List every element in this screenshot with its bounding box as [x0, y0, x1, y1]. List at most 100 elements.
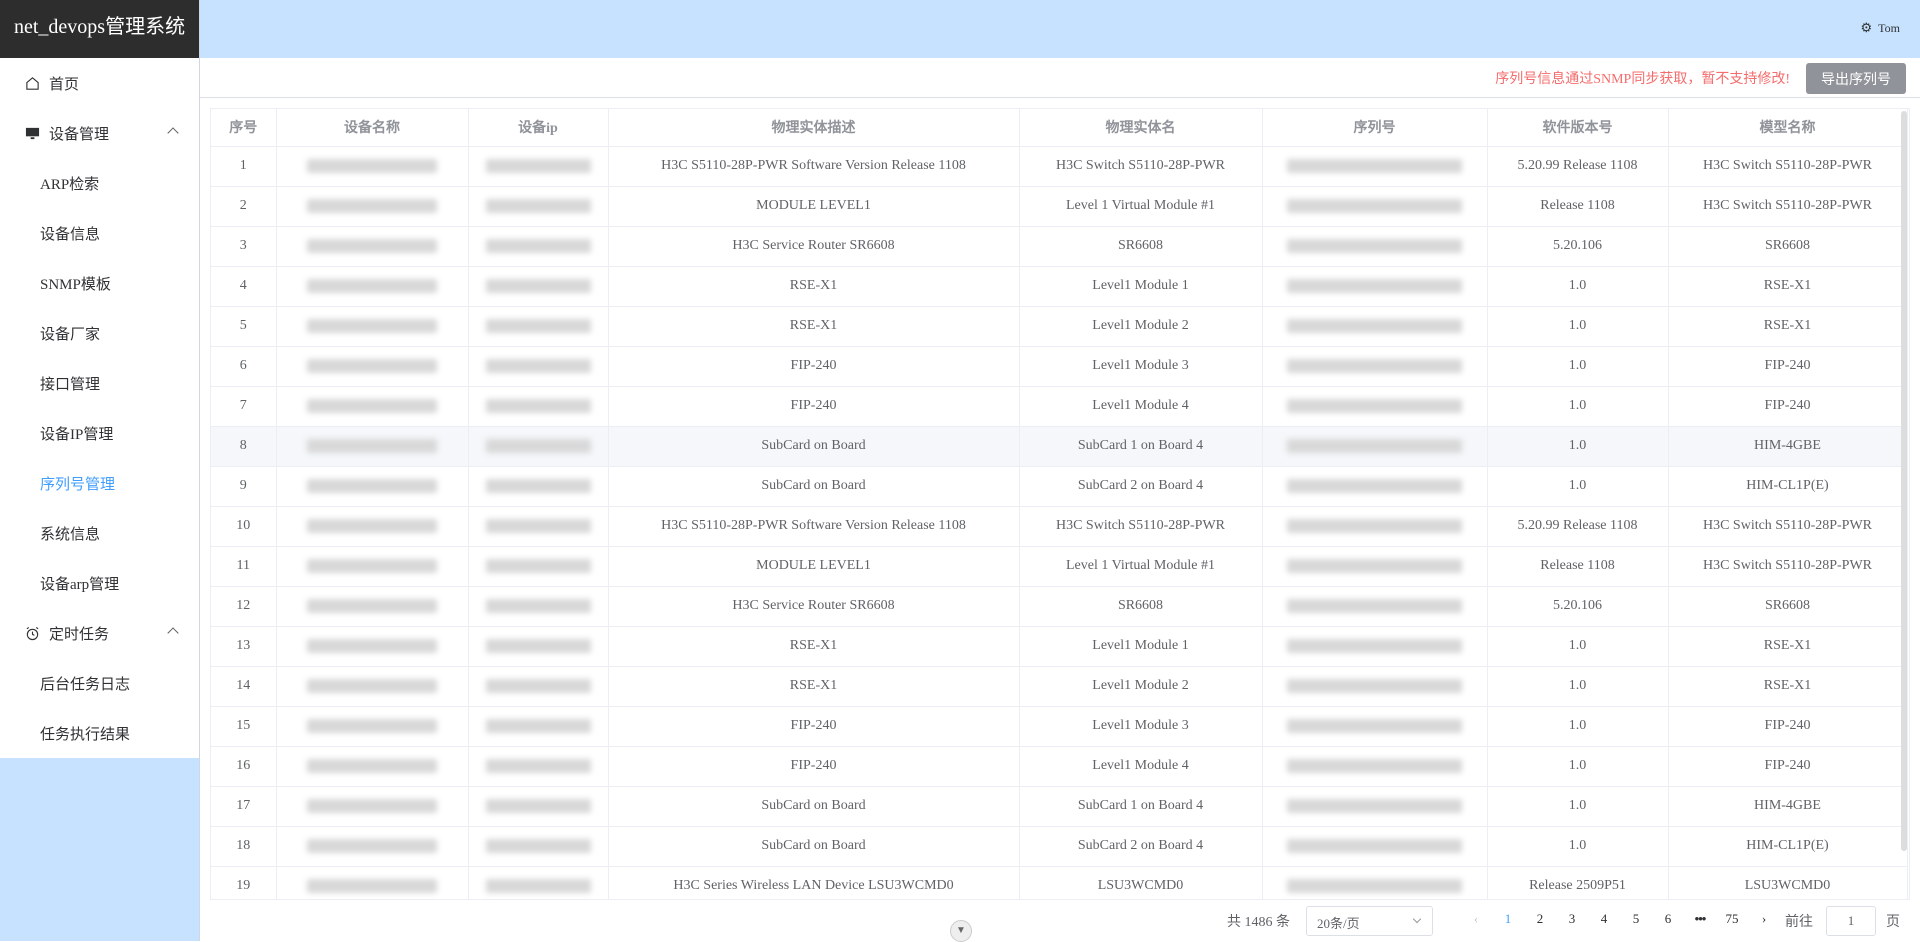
sidebar-item-label: 设备厂家 — [40, 326, 101, 343]
table-row[interactable]: 3 H3C Service Router SR6608 SR6608 5.20.106… — [211, 226, 1908, 267]
redacted-value — [307, 438, 437, 453]
table-cell: FIP-240 — [1668, 346, 1908, 387]
redacted-value — [485, 158, 591, 173]
collapse-toggle-icon[interactable]: ▼ — [950, 920, 972, 942]
redacted-value — [1287, 678, 1462, 693]
table-cell — [276, 266, 469, 307]
table-row[interactable]: 1 H3C S5110-28P-PWR Software Version Rele… — [211, 146, 1908, 187]
goto-page-input[interactable] — [1826, 906, 1876, 936]
table-cell — [1262, 266, 1488, 307]
table-row[interactable]: 13 RSE-X1 Level1 Module 1 1.0 RSE-X1 — [211, 626, 1908, 667]
table-cell: Level1 Module 1 — [1019, 626, 1263, 667]
page-number[interactable]: 1 — [1492, 911, 1524, 927]
sidebar-item-13[interactable]: 任务执行结果 — [0, 708, 199, 758]
table-row[interactable]: 5 RSE-X1 Level1 Module 2 1.0 RSE-X1 — [211, 306, 1908, 347]
table-cell: H3C Series Wireless LAN Device LSU3WCMD0 — [608, 866, 1020, 899]
table-cell: 1.0 — [1487, 386, 1669, 427]
table-cell: Level1 Module 4 — [1019, 386, 1263, 427]
table-row[interactable]: 15 FIP-240 Level1 Module 3 1.0 FIP-240 — [211, 706, 1908, 747]
table-cell: FIP-240 — [1668, 746, 1908, 787]
table-row[interactable]: 17 SubCard on Board SubCard 1 on Board 4 1.… — [211, 786, 1908, 827]
page-number[interactable]: 4 — [1588, 911, 1620, 927]
table-row[interactable]: 2 MODULE LEVEL1 Level 1 Virtual Module #1 R… — [211, 186, 1908, 227]
notice-text: 序列号信息通过SNMP同步获取，暂不支持修改! — [1495, 72, 1790, 87]
table-row[interactable]: 19 H3C Series Wireless LAN Device LSU3WCM… — [211, 866, 1908, 899]
page-number[interactable]: ••• — [1684, 911, 1716, 927]
table-cell — [468, 586, 609, 627]
column-header[interactable]: 模型名称 — [1668, 109, 1908, 147]
sidebar-item-0[interactable]: 首页 — [0, 58, 199, 108]
next-page-icon[interactable]: › — [1748, 911, 1780, 927]
table-row[interactable]: 18 SubCard on Board SubCard 2 on Board 4 1.… — [211, 826, 1908, 867]
table-cell: 7 — [211, 386, 277, 427]
sidebar-item-label: 设备管理 — [49, 126, 110, 143]
redacted-value — [307, 198, 437, 213]
sidebar-item-10[interactable]: 设备arp管理 — [0, 558, 199, 608]
sidebar-item-4[interactable]: SNMP模板 — [0, 258, 199, 308]
table-cell — [468, 146, 609, 187]
column-header[interactable]: 序号 — [211, 109, 277, 147]
table-row[interactable]: 14 RSE-X1 Level1 Module 2 1.0 RSE-X1 — [211, 666, 1908, 707]
table-cell — [276, 826, 469, 867]
table-row[interactable]: 10 H3C S5110-28P-PWR Software Version Rel… — [211, 506, 1908, 547]
sidebar-item-label: 设备arp管理 — [40, 576, 120, 593]
user-menu[interactable]: ⚙ Tom — [1861, 20, 1900, 36]
page-number[interactable]: 5 — [1620, 911, 1652, 927]
page-number[interactable]: 75 — [1716, 911, 1748, 927]
total-count: 共 1486 条 — [1227, 915, 1290, 930]
table-row[interactable]: 12 H3C Service Router SR6608 SR6608 5.20.10… — [211, 586, 1908, 627]
redacted-value — [485, 438, 591, 453]
column-header[interactable]: 序列号 — [1262, 109, 1488, 147]
sidebar-item-3[interactable]: 设备信息 — [0, 208, 199, 258]
table-cell: FIP-240 — [1668, 386, 1908, 427]
sidebar-item-12[interactable]: 后台任务日志 — [0, 658, 199, 708]
table-cell: FIP-240 — [608, 746, 1020, 787]
sidebar-item-1[interactable]: 设备管理 — [0, 108, 199, 158]
table-cell — [276, 586, 469, 627]
table-cell: HIM-CL1P(E) — [1668, 466, 1908, 507]
sidebar-item-label: 接口管理 — [40, 376, 101, 393]
table-cell — [1262, 226, 1488, 267]
table-cell: MODULE LEVEL1 — [608, 186, 1020, 227]
sidebar-item-7[interactable]: 设备IP管理 — [0, 408, 199, 458]
table-row[interactable]: 11 MODULE LEVEL1 Level 1 Virtual Module #1… — [211, 546, 1908, 587]
column-header[interactable]: 物理实体描述 — [608, 109, 1020, 147]
sidebar-item-label: 后台任务日志 — [40, 676, 131, 693]
table-cell: RSE-X1 — [1668, 306, 1908, 347]
sidebar-item-9[interactable]: 系统信息 — [0, 508, 199, 558]
table-row[interactable]: 9 SubCard on Board SubCard 2 on Board 4 1.0… — [211, 466, 1908, 507]
table-cell: 5.20.106 — [1487, 226, 1669, 267]
redacted-value — [485, 398, 591, 413]
page-number[interactable]: 6 — [1652, 911, 1684, 927]
sidebar-item-2[interactable]: ARP检索 — [0, 158, 199, 208]
table-cell — [276, 786, 469, 827]
page-number[interactable]: 3 — [1556, 911, 1588, 927]
sidebar-item-11[interactable]: 定时任务 — [0, 608, 199, 658]
table-row[interactable]: 16 FIP-240 Level1 Module 4 1.0 FIP-240 — [211, 746, 1908, 787]
page-size-select[interactable]: 20条/页 — [1306, 906, 1433, 936]
table-scrollbar[interactable] — [1901, 111, 1907, 851]
column-header[interactable]: 设备ip — [468, 109, 609, 147]
redacted-value — [1287, 758, 1462, 773]
export-serial-button[interactable]: 导出序列号 — [1806, 63, 1906, 94]
prev-page-icon[interactable]: ‹ — [1460, 911, 1492, 927]
table-row[interactable]: 7 FIP-240 Level1 Module 4 1.0 FIP-240 — [211, 386, 1908, 427]
redacted-value — [307, 598, 437, 613]
table-header: 序号 设备名称 设备ip 物理实体描述 物理实体名 序列号 软件版本号 模型名称 — [211, 109, 1908, 147]
table-row[interactable]: 6 FIP-240 Level1 Module 3 1.0 FIP-240 — [211, 346, 1908, 387]
table-cell: 5 — [211, 306, 277, 347]
sidebar-item-6[interactable]: 接口管理 — [0, 358, 199, 408]
page-number[interactable]: 2 — [1524, 911, 1556, 927]
sidebar-item-8[interactable]: 序列号管理 — [0, 458, 199, 508]
table-row[interactable]: 8 SubCard on Board SubCard 1 on Board 4 1.0… — [211, 426, 1908, 467]
sidebar-item-5[interactable]: 设备厂家 — [0, 308, 199, 358]
table-cell: Release 1108 — [1487, 186, 1669, 227]
table-row[interactable]: 4 RSE-X1 Level1 Module 1 1.0 RSE-X1 — [211, 266, 1908, 307]
table-cell — [1262, 826, 1488, 867]
redacted-value — [1287, 278, 1462, 293]
redacted-value — [1287, 518, 1462, 533]
table-cell: 11 — [211, 546, 277, 587]
column-header[interactable]: 软件版本号 — [1487, 109, 1669, 147]
column-header[interactable]: 设备名称 — [276, 109, 469, 147]
column-header[interactable]: 物理实体名 — [1019, 109, 1263, 147]
